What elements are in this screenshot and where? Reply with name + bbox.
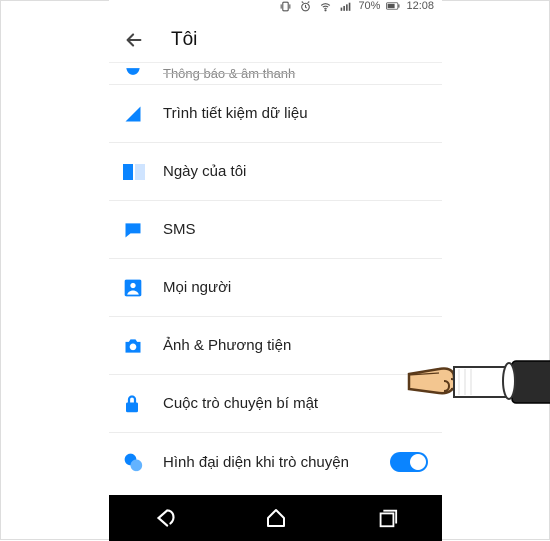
wifi-icon bbox=[318, 0, 332, 13]
setting-label: Mọi người bbox=[163, 279, 428, 296]
settings-list: Thông báo & âm thanh Trình tiết kiệm dữ … bbox=[109, 63, 442, 491]
setting-my-day[interactable]: Ngày của tôi bbox=[109, 143, 442, 201]
vibrate-icon bbox=[278, 0, 292, 13]
nav-recent-button[interactable] bbox=[373, 504, 401, 532]
page-title: Tôi bbox=[171, 29, 197, 51]
nav-home-button[interactable] bbox=[262, 504, 290, 532]
setting-sms[interactable]: SMS bbox=[109, 201, 442, 259]
story-icon bbox=[123, 164, 163, 180]
setting-secret-conversation[interactable]: Cuộc trò chuyện bí mật bbox=[109, 375, 442, 433]
alarm-icon bbox=[298, 0, 312, 13]
camera-icon bbox=[123, 337, 163, 355]
setting-notifications[interactable]: Thông báo & âm thanh bbox=[109, 63, 442, 85]
back-button[interactable] bbox=[123, 29, 145, 51]
battery-icon bbox=[386, 0, 400, 13]
setting-photos-media[interactable]: Ảnh & Phương tiện bbox=[109, 317, 442, 375]
chat-heads-toggle[interactable] bbox=[390, 452, 428, 472]
bubbles-icon bbox=[123, 452, 163, 472]
bell-icon bbox=[123, 68, 163, 80]
setting-people[interactable]: Mọi người bbox=[109, 259, 442, 317]
setting-label: Ngày của tôi bbox=[163, 163, 428, 180]
app-header: Tôi bbox=[109, 17, 442, 63]
setting-label: SMS bbox=[163, 221, 428, 238]
setting-label: Cuộc trò chuyện bí mật bbox=[163, 395, 428, 412]
setting-label: Thông báo & âm thanh bbox=[163, 66, 428, 81]
status-bar: 70% 12:08 bbox=[109, 0, 442, 17]
nav-back-button[interactable] bbox=[151, 504, 179, 532]
setting-data-saver[interactable]: Trình tiết kiệm dữ liệu bbox=[109, 85, 442, 143]
signal-triangle-icon bbox=[123, 104, 163, 124]
clock-time: 12:08 bbox=[406, 0, 434, 12]
lock-icon bbox=[123, 394, 163, 414]
setting-label: Hình đại diện khi trò chuyện bbox=[163, 454, 390, 471]
battery-percent: 70% bbox=[358, 0, 380, 12]
person-icon bbox=[123, 278, 163, 298]
chat-icon bbox=[123, 220, 163, 240]
phone-frame: 70% 12:08 Tôi Thông báo & âm thanh Trình… bbox=[109, 0, 442, 541]
setting-label: Trình tiết kiệm dữ liệu bbox=[163, 105, 428, 122]
android-nav-bar bbox=[109, 495, 442, 541]
setting-chat-heads[interactable]: Hình đại diện khi trò chuyện bbox=[109, 433, 442, 491]
signal-icon bbox=[338, 0, 352, 13]
setting-label: Ảnh & Phương tiện bbox=[163, 337, 428, 354]
